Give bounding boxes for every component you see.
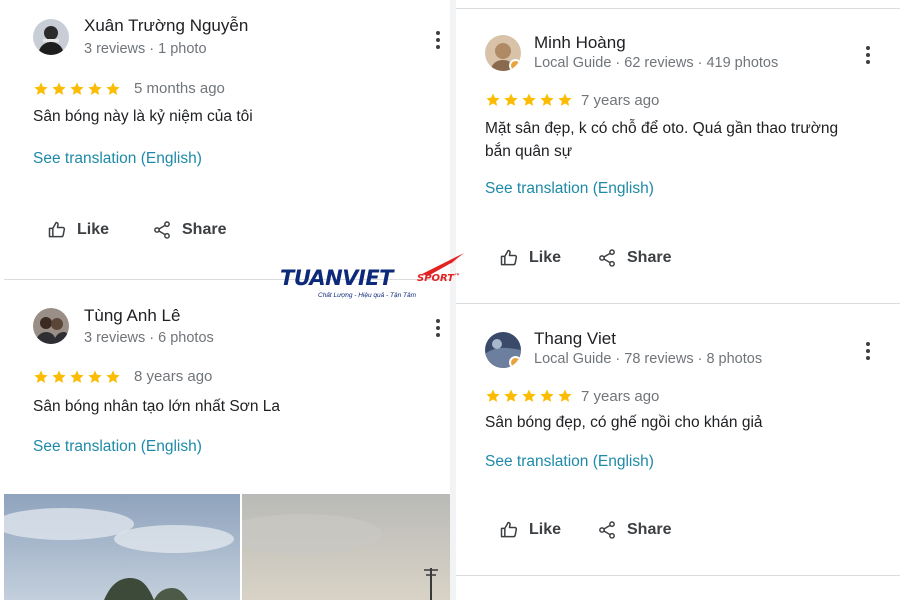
- star-icon: [87, 81, 103, 97]
- logo-tagline: Chất Lượng - Hiệu quả - Tận Tâm: [318, 292, 417, 299]
- star-icon: [539, 388, 555, 404]
- share-icon: [597, 248, 617, 268]
- star-icon: [51, 81, 67, 97]
- share-label: Share: [627, 521, 672, 538]
- reviewer-name[interactable]: Xuân Trường Nguyễn: [84, 16, 248, 36]
- reviewer-meta: Local Guide · 62 reviews · 419 photos: [534, 55, 779, 71]
- thumbs-up-icon: [499, 248, 519, 268]
- star-icon: [51, 369, 67, 385]
- logo-trademark: ™: [454, 273, 461, 280]
- star-icon: [33, 369, 49, 385]
- star-icon: [557, 92, 573, 108]
- reviewer-meta: Local Guide · 78 reviews · 8 photos: [534, 351, 763, 367]
- star-icon: [105, 81, 121, 97]
- thumbs-up-icon: [499, 520, 519, 540]
- like-button[interactable]: Like: [499, 248, 561, 268]
- review-divider: [456, 303, 900, 304]
- review-text-line-2: bắn quân sự: [485, 143, 573, 160]
- reviewer-avatar[interactable]: [33, 308, 69, 344]
- star-icon: [521, 388, 537, 404]
- star-icon: [539, 92, 555, 108]
- review-photo[interactable]: [242, 494, 450, 600]
- more-vert-icon[interactable]: [430, 30, 446, 50]
- reviewer-meta: 3 reviews · 1 photo: [84, 41, 207, 57]
- review-time: 7 years ago: [581, 388, 660, 405]
- star-icon: [503, 388, 519, 404]
- logo-sport: SPORT™: [417, 273, 460, 284]
- like-label: Like: [529, 249, 562, 266]
- reviewer-name[interactable]: Thang Viet: [534, 329, 616, 349]
- review-text: Sân bóng đẹp, có ghế ngồi cho khán giả: [485, 414, 763, 431]
- review-divider: [456, 575, 900, 576]
- review-divider: [456, 8, 900, 9]
- star-rating: [485, 92, 573, 108]
- review-text: Sân bóng này là kỷ niệm của tôi: [33, 108, 253, 125]
- star-icon: [105, 369, 121, 385]
- more-vert-icon[interactable]: [430, 318, 446, 338]
- reviewer-avatar[interactable]: [33, 19, 69, 55]
- review-time: 8 years ago: [134, 368, 213, 385]
- star-rating: [33, 81, 121, 97]
- share-button[interactable]: Share: [152, 220, 226, 240]
- logo-sport-text: SPORT: [417, 273, 455, 284]
- see-translation-link[interactable]: See translation (English): [485, 180, 654, 198]
- star-rating: [33, 369, 121, 385]
- review-time: 7 years ago: [581, 92, 660, 109]
- star-icon: [69, 81, 85, 97]
- local-guide-badge-icon: [509, 356, 521, 368]
- star-icon: [503, 92, 519, 108]
- star-icon: [485, 92, 501, 108]
- thumbs-up-icon: [47, 220, 67, 240]
- star-rating: [485, 388, 573, 404]
- review-time: 5 months ago: [134, 80, 225, 97]
- star-icon: [87, 369, 103, 385]
- review-photo[interactable]: [4, 494, 240, 600]
- more-vert-icon[interactable]: [860, 45, 876, 65]
- reviewer-avatar[interactable]: [485, 332, 521, 368]
- reviewer-name[interactable]: Minh Hoàng: [534, 33, 626, 53]
- like-button[interactable]: Like: [499, 520, 561, 540]
- local-guide-badge-icon: [509, 59, 521, 71]
- see-translation-link[interactable]: See translation (English): [485, 453, 654, 471]
- more-vert-icon[interactable]: [860, 341, 876, 361]
- share-icon: [152, 220, 172, 240]
- reviewer-avatar[interactable]: [485, 35, 521, 71]
- star-icon: [69, 369, 85, 385]
- see-translation-link[interactable]: See translation (English): [33, 150, 202, 168]
- reviewer-name[interactable]: Tùng Anh Lê: [84, 306, 180, 326]
- star-icon: [557, 388, 573, 404]
- review-photos: [4, 494, 450, 600]
- star-icon: [521, 92, 537, 108]
- like-label: Like: [529, 521, 562, 538]
- see-translation-link[interactable]: See translation (English): [33, 438, 202, 456]
- share-icon: [597, 520, 617, 540]
- like-button[interactable]: Like: [47, 220, 109, 240]
- review-text: Sân bóng nhân tạo lớn nhất Sơn La: [33, 398, 280, 415]
- reviews-column-right: Minh Hoàng Local Guide · 62 reviews · 41…: [456, 0, 900, 600]
- review-text-line-1: Mặt sân đẹp, k có chỗ để oto. Quá gần th…: [485, 120, 839, 137]
- tuanviet-sport-logo: TUANVIET SPORT™ Chất Lượng - Hiệu quả - …: [280, 252, 470, 302]
- reviewer-meta: 3 reviews · 6 photos: [84, 330, 214, 346]
- star-icon: [485, 388, 501, 404]
- star-icon: [33, 81, 49, 97]
- share-label: Share: [627, 249, 672, 266]
- logo-brand: TUANVIET: [280, 266, 394, 290]
- like-label: Like: [77, 221, 110, 238]
- share-button[interactable]: Share: [597, 248, 671, 268]
- share-label: Share: [182, 221, 227, 238]
- share-button[interactable]: Share: [597, 520, 671, 540]
